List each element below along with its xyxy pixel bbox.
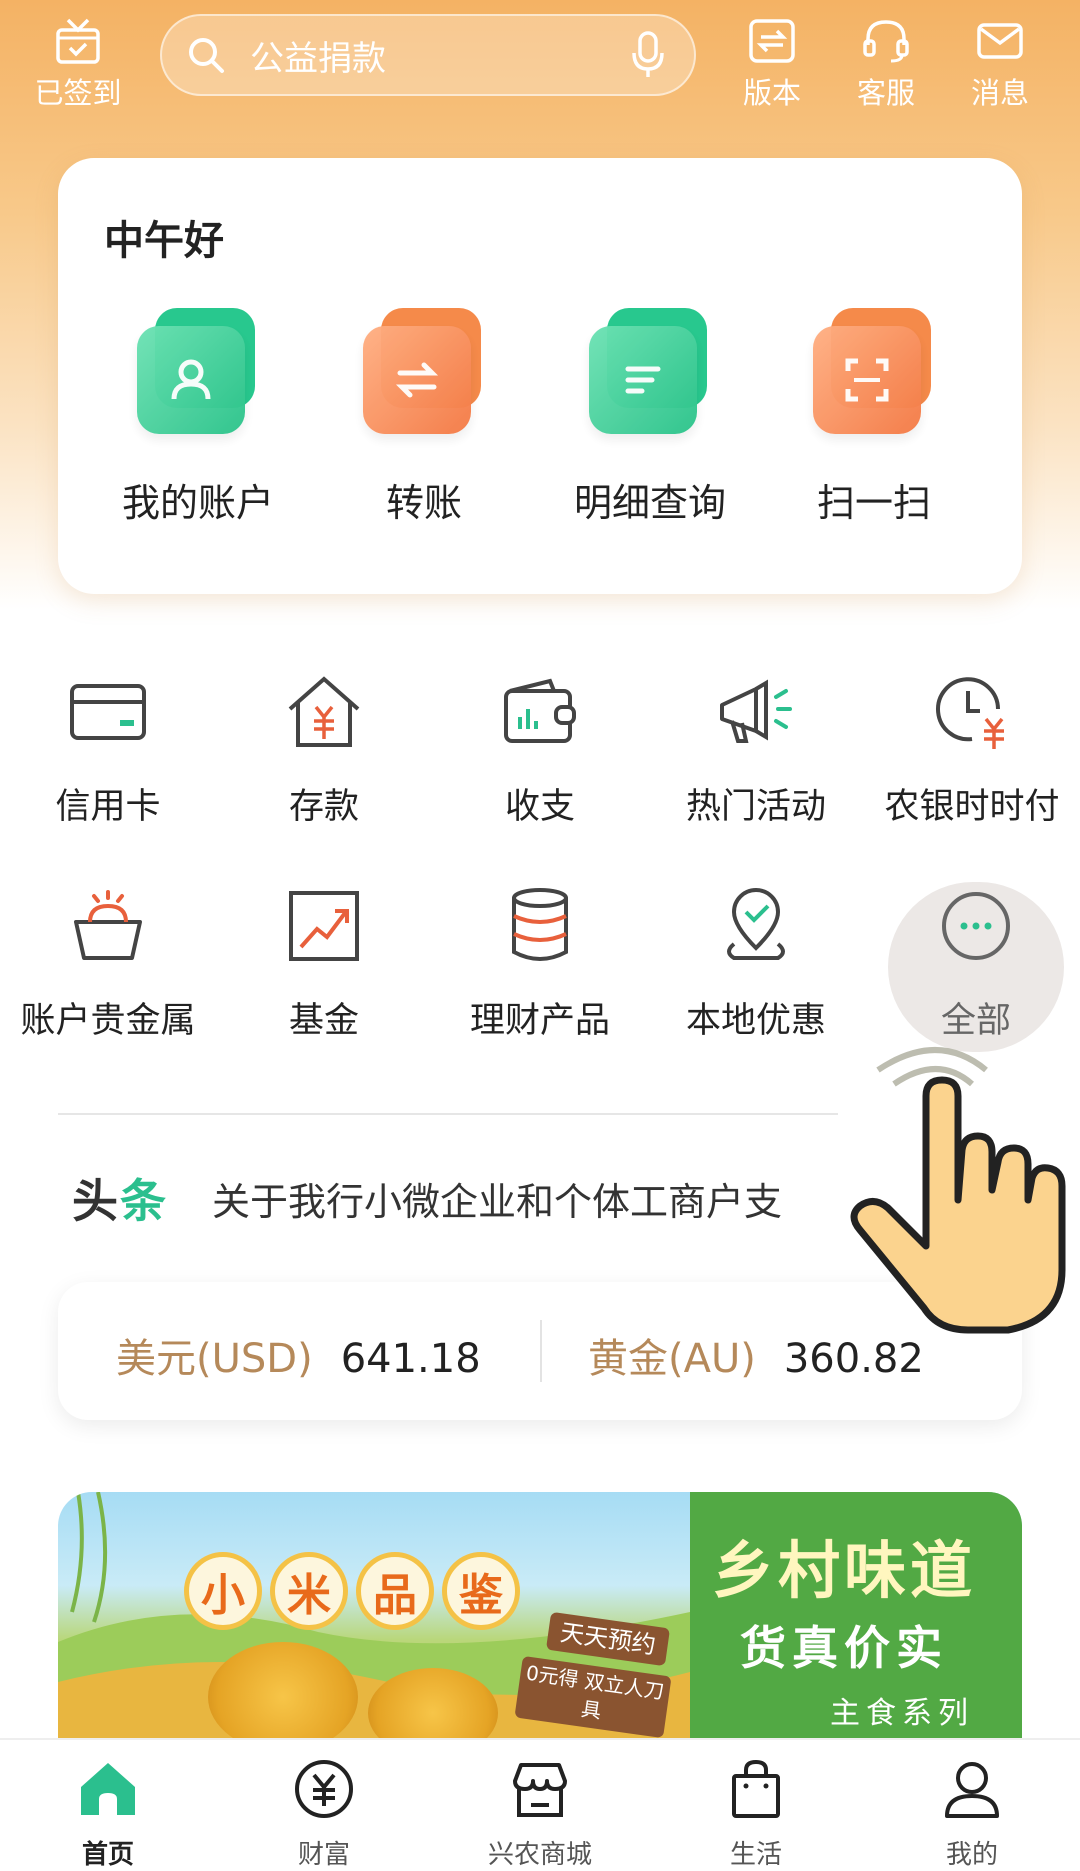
shopping-bag-icon	[648, 1754, 864, 1824]
local-deals-item[interactable]: 本地优惠	[648, 884, 864, 1043]
credit-card-item[interactable]: 信用卡	[0, 670, 216, 829]
details-query-label: 明细查询	[573, 481, 726, 525]
usd-rate-label: 美元(USD)	[116, 1336, 313, 1382]
wealth-products-item[interactable]: 理财产品	[432, 884, 648, 1043]
store-icon	[432, 1754, 648, 1824]
gold-rate-label: 黄金(AU)	[588, 1336, 756, 1382]
usd-rate-value: 641.18	[340, 1336, 481, 1382]
top-bar: 已签到 公益捐款 版本 客服 消息	[0, 0, 1080, 130]
deposit-icon	[216, 670, 432, 754]
banner-badge-4: 鉴	[442, 1552, 520, 1630]
nav-home-label: 首页	[81, 1840, 134, 1870]
hot-events-label: 热门活动	[685, 787, 826, 827]
tap-hand-icon	[838, 1040, 1078, 1340]
customer-service-button[interactable]: 客服	[836, 12, 936, 112]
clock-yen-icon	[864, 670, 1080, 754]
fund-label: 基金	[288, 1001, 359, 1041]
deposit-label: 存款	[288, 787, 359, 827]
income-expense-label: 收支	[504, 787, 575, 827]
nav-mall[interactable]: 兴农商城	[432, 1754, 648, 1871]
quick-actions-card: 中午好 我的账户 转账 明细查询 扫一扫	[58, 158, 1022, 594]
gift-checkin-icon	[28, 12, 128, 70]
headline-text[interactable]: 关于我行小微企业和个体工商户支	[212, 1171, 902, 1226]
search-icon	[186, 35, 226, 75]
nav-life-label: 生活	[729, 1840, 782, 1870]
my-account-button[interactable]: 我的账户	[88, 308, 308, 527]
coins-stack-icon	[432, 884, 648, 968]
banner-right-panel: 乡村味道 货真价实 主食系列	[690, 1492, 1022, 1738]
checkin-button[interactable]: 已签到	[28, 12, 128, 112]
megaphone-icon	[648, 670, 864, 754]
nav-mall-label: 兴农商城	[487, 1840, 592, 1870]
banner-right-subtitle: 货真价实	[740, 1621, 948, 1675]
local-deals-label: 本地优惠	[685, 1001, 826, 1041]
promo-banner[interactable]: 小 米 品 鉴 天天预约 0元得 双立人刀具 乡村味道 货真价实 主食系列	[58, 1492, 1022, 1738]
rate-separator	[540, 1320, 542, 1382]
fund-item[interactable]: 基金	[216, 884, 432, 1043]
transfer-icon	[359, 308, 489, 438]
scan-icon	[809, 308, 939, 438]
location-pin-icon	[648, 884, 864, 968]
messages-label: 消息	[970, 76, 1029, 110]
precious-metal-label: 账户贵金属	[20, 1001, 196, 1041]
details-icon	[585, 308, 715, 438]
abc-instant-pay-label: 农银时时付	[884, 787, 1060, 827]
deposit-item[interactable]: 存款	[216, 670, 432, 829]
hot-events-item[interactable]: 热门活动	[648, 670, 864, 829]
income-expense-item[interactable]: 收支	[432, 670, 648, 829]
transfer-label: 转账	[385, 481, 462, 525]
section-divider	[58, 1113, 838, 1115]
messages-button[interactable]: 消息	[950, 12, 1050, 112]
bottom-navigation: 首页 财富 兴农商城 生活 我的	[0, 1738, 1080, 1870]
nav-life[interactable]: 生活	[648, 1754, 864, 1871]
greeting-text: 中午好	[104, 218, 224, 264]
scan-button[interactable]: 扫一扫	[764, 308, 984, 527]
usd-rate: 美元(USD) 641.18	[116, 1326, 481, 1384]
nav-wealth-label: 财富	[297, 1840, 350, 1870]
checkin-label: 已签到	[34, 76, 122, 110]
all-services-label: 全部	[940, 1001, 1011, 1041]
yen-coin-icon	[216, 1754, 432, 1824]
scan-label: 扫一扫	[816, 481, 931, 525]
abc-instant-pay-item[interactable]: 农银时时付	[864, 670, 1080, 829]
gold-rate-value: 360.82	[783, 1336, 924, 1382]
user-icon	[864, 1754, 1080, 1824]
banner-badge-3: 品	[356, 1552, 434, 1630]
credit-card-icon	[0, 670, 216, 754]
all-services-button[interactable]: 全部	[868, 884, 1080, 1043]
details-query-button[interactable]: 明细查询	[540, 308, 760, 527]
nav-mine-label: 我的	[945, 1840, 998, 1870]
fund-chart-icon	[216, 884, 432, 968]
nav-wealth[interactable]: 财富	[216, 1754, 432, 1871]
customer-service-label: 客服	[856, 76, 915, 110]
banner-right-title: 乡村味道	[712, 1534, 977, 1607]
wallet-icon	[432, 670, 648, 754]
wealth-products-label: 理财产品	[469, 1001, 610, 1041]
search-placeholder: 公益捐款	[250, 38, 386, 79]
version-label: 版本	[742, 76, 801, 110]
nav-home[interactable]: 首页	[0, 1754, 216, 1871]
headset-icon	[836, 12, 936, 70]
precious-metal-icon	[0, 884, 216, 968]
nav-mine[interactable]: 我的	[864, 1754, 1080, 1871]
version-button[interactable]: 版本	[722, 12, 822, 112]
banner-badge-2: 米	[270, 1552, 348, 1630]
version-icon	[722, 12, 822, 70]
account-icon	[133, 308, 263, 438]
headline-tag: 头条	[72, 1174, 168, 1228]
transfer-button[interactable]: 转账	[314, 308, 534, 527]
microphone-icon[interactable]	[628, 30, 668, 80]
mail-icon	[950, 12, 1050, 70]
banner-right-tag: 主食系列	[830, 1696, 974, 1731]
search-bar[interactable]: 公益捐款	[160, 14, 696, 96]
home-icon	[0, 1754, 216, 1824]
credit-card-label: 信用卡	[55, 787, 161, 827]
precious-metal-item[interactable]: 账户贵金属	[0, 884, 216, 1043]
more-dots-icon	[868, 884, 1080, 968]
my-account-label: 我的账户	[121, 481, 274, 525]
banner-badge-1: 小	[184, 1552, 262, 1630]
